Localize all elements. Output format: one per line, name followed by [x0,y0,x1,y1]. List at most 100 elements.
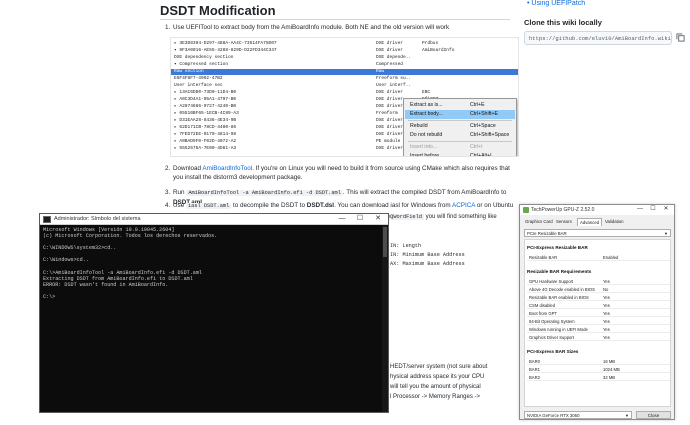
menu-item-rebuild[interactable]: Rebuild Ctrl+Space [405,122,515,131]
step-number: 2. [165,165,171,172]
tree-row-type: Raw [376,69,385,74]
sidebar-link-uefipatch[interactable]: • Using UEFIPatch [527,0,585,7]
info-row: Boot from GPT Yes [527,310,670,317]
info-value: Yes [603,335,610,340]
amiboardinfotool-link[interactable]: AmiBoardInfoTool [202,165,252,172]
chevron-down-icon: ▼ [625,413,629,418]
info-value: No [603,287,609,292]
info-value: Yes [603,311,610,316]
command-code: AmiBoardInfoTool -a AmiBoardInfo.efi -d … [186,190,343,196]
maximize-button[interactable]: ☐ [647,205,659,214]
tree-row-name: ▸ A0C3D4A1-05A1-4797-B0 [174,97,237,102]
tab-advanced[interactable]: Advanced [577,218,603,226]
step-text-pre: Download [173,165,203,172]
tree-row[interactable]: User interface sec User interf.. [171,83,518,89]
tree-row-name: E6F4F8F7-4992-47B2 [174,76,223,81]
tree-row-name: ▸ A0BAD9F0-F02D-4072-A2 [174,139,237,144]
cmd-window: Administrador: Símbolo del sistema — ☐ ✕… [39,213,389,413]
step-number: 4. [165,202,171,209]
section-bar-sizes: PCI-Express BAR Sizes [527,349,579,354]
info-key: Resizable BAR [529,255,558,260]
peek-line-2: IN: Length [390,243,422,249]
menu-item-shortcut: Ctrl+Space [470,123,496,129]
cmd-titlebar[interactable]: Administrador: Símbolo del sistema — ☐ ✕ [40,214,388,225]
info-value: 32 MB [603,375,616,380]
section-resizable-bar: PCI-Express Resizable BAR [527,245,588,250]
tab-validation[interactable]: Validation [603,218,626,226]
menu-item-label: Do not rebuild [410,132,443,138]
scrollbar-thumb[interactable] [383,227,387,257]
info-row: Resizable BAR enabled in BIOS Yes [527,294,670,301]
info-key: GPU Hardware Support [529,279,574,284]
gpuz-app-icon [523,207,529,213]
tree-row[interactable]: ▾ Compressed section Compressed [171,62,518,68]
close-button[interactable]: ✕ [660,205,672,214]
tab-sensors[interactable]: Sensors [554,218,574,226]
tree-row-type: User interf.. [376,83,412,88]
minimize-button[interactable]: — [634,205,646,214]
info-row: Resizable BAR Enabled [527,254,670,261]
uefitool-screenshot: ▸ 3E3D8394-D297-488A-AA4C-73514FA75D07 DX… [170,37,519,157]
clone-url-field[interactable]: https://github.com/eluv10/AmiBoardInfo.w… [524,31,672,45]
gpuz-title: TechPowerUp GPU-Z 2.52.0 [531,207,595,213]
info-row: CSM disabled Yes [527,302,670,309]
tree-row-name: ▸ 13AC6DD0-73D0-11D4-B0 [174,90,237,95]
tree-row-name: Raw section [174,69,204,74]
close-dialog-button[interactable]: Close [636,411,671,419]
tree-row-name: ▸ A2874666-9727-4240-B0 [174,104,237,109]
copy-icon[interactable] [676,33,686,43]
peek-line-6: hysical address space its your CPU [390,374,485,380]
tab-graphics-card[interactable]: Graphics Card [523,218,555,226]
info-key: Above 4G Decode enabled in BIOS [529,287,595,292]
tree-row-name: ▸ 62D171CB-78CD-4480-86 [174,125,237,130]
tree-row[interactable]: DXE dependency section DXE depende.. [171,55,518,61]
feature-select[interactable]: PCIe Resizable BAR ▼ [524,229,671,237]
tree-row-type: DXE driver [376,41,404,46]
menu-item-label: Rebuild [410,123,428,129]
dsl-filename: DSDT.dsl [306,202,335,209]
peek-line-3: IN: Minimum Base Address [390,252,465,258]
menu-item-extract-as-is[interactable]: Extract as is... Ctrl+E [405,101,515,110]
tree-row[interactable]: ▾ 9F3A0016-AE55-4288-829D-D22FD344C347 DX… [171,48,518,54]
maximize-button[interactable]: ☐ [352,214,368,224]
tree-row-type: Freeform su.. [376,76,412,81]
title-divider [160,19,510,20]
step-text-post: . This will extract the compiled DSDT fr… [342,189,507,196]
gpu-select[interactable]: NVIDIA GeForce RTX 3060 ▼ [524,411,632,419]
tree-row-type: DXE driver [376,48,404,53]
tree-row-type: DXE driver [376,97,404,102]
info-key: Resizable BAR enabled in BIOS [529,295,589,300]
info-row: Windows running in UEFI Mode Yes [527,326,670,333]
cmd-output[interactable]: Microsoft Windows [Versión 10.0.19045.26… [43,227,383,300]
tree-row[interactable]: Raw section Raw [171,69,518,75]
tree-row[interactable]: ▸ 3E3D8394-D297-488A-AA4C-73514FA75D07 DX… [171,41,518,47]
minimize-button[interactable]: — [334,214,350,224]
tree-row[interactable]: E6F4F8F7-4992-47B2 Freeform su.. [171,76,518,82]
peek-line-8: l Processor -> Memory Ranges -> [390,394,481,400]
info-key: 64-Bit Operating System [529,319,575,324]
step-number: 3. [165,189,171,196]
tree-row[interactable]: ▸ 13AC6DD0-73D0-11D4-B0 DXE driver EBC [171,90,518,96]
tree-row-name: DXE dependency section [174,55,234,60]
cmd-scrollbar[interactable] [382,225,388,412]
step-text: Use UEFITool to extract body from the Am… [173,24,450,31]
tree-row-name: User interface sec [174,83,223,88]
gpuz-window: TechPowerUp GPU-Z 2.52.0 — ☐ ✕ Graphics … [519,204,675,420]
peek-line-1: eQWordField you will find something like [385,213,497,222]
tree-row-type: Freeform [376,111,398,116]
acpica-link[interactable]: ACPICA [452,202,475,209]
peek-line-7: will tell you the amount of physical [390,384,481,390]
menu-item-insert-before[interactable]: Insert before... Ctrl+Alt+I [405,152,515,157]
info-key: BAR0 [529,359,540,364]
menu-item-shortcut: Ctrl+Alt+I [470,153,492,157]
info-key: BAR2 [529,375,540,380]
gpuz-titlebar[interactable]: TechPowerUp GPU-Z 2.52.0 — ☐ ✕ [520,205,674,215]
info-value: Enabled [603,255,619,260]
info-value: Yes [603,279,610,284]
menu-item-insert-into[interactable]: Insert into... Ctrl+I [405,143,515,152]
menu-item-do-not-rebuild[interactable]: Do not rebuild Ctrl+Shift+Space [405,131,515,140]
tree-row-subtype: EBC [422,90,431,95]
menu-item-extract-body[interactable]: Extract body... Ctrl+Shift+E [405,110,515,119]
tree-row-type: DXE driver [376,118,404,123]
close-button[interactable]: ✕ [370,214,386,224]
